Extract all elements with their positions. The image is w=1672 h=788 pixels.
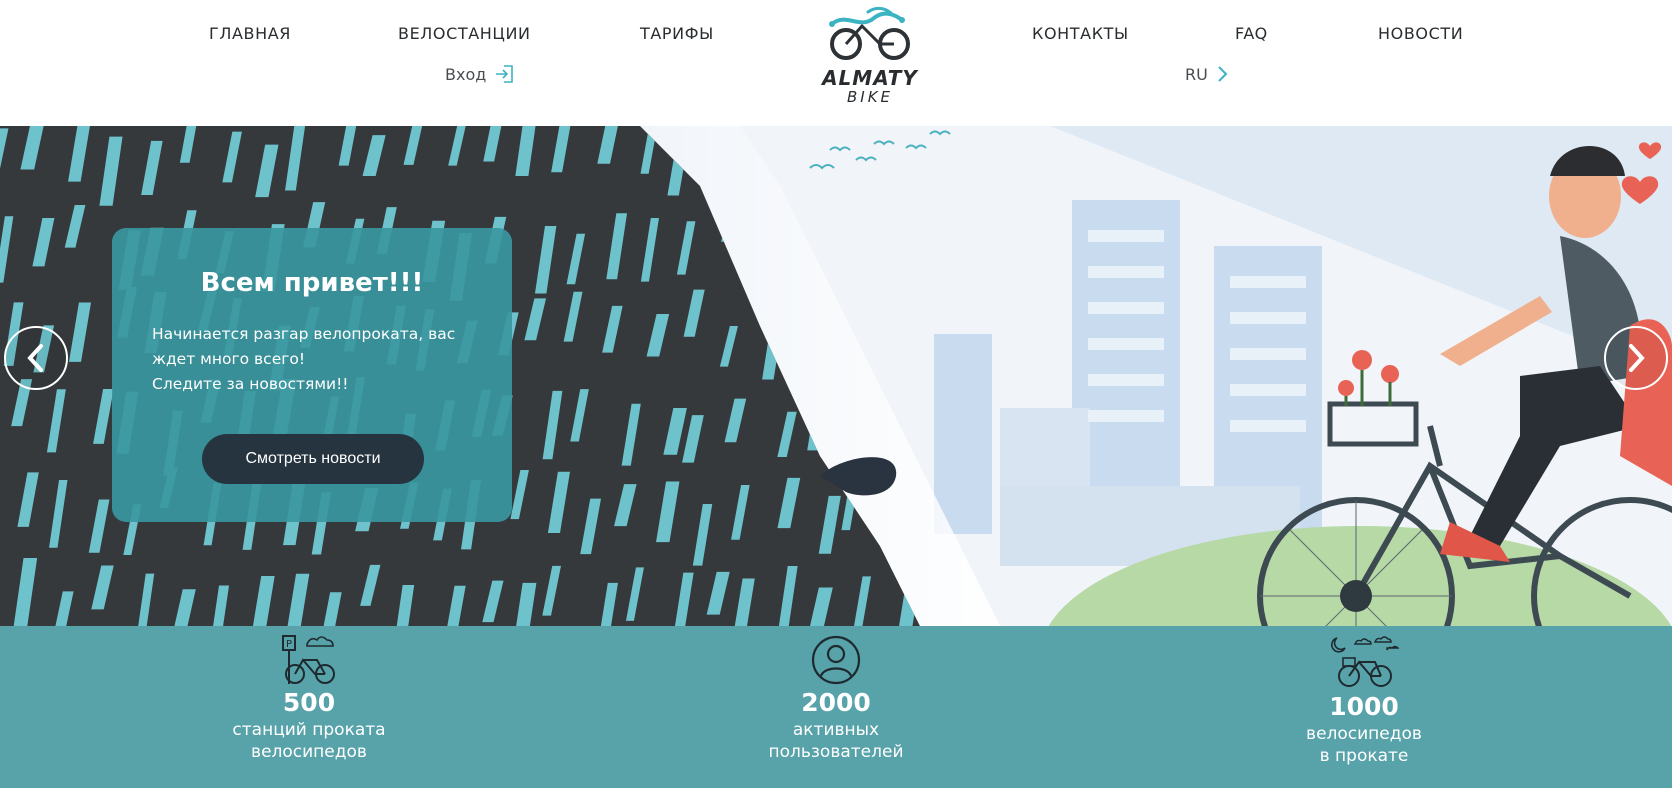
hero-slider: Всем привет!!! Начинается разгар велопро…	[0, 126, 1672, 626]
stat-label: активных	[792, 720, 880, 740]
login-label: Вход	[445, 64, 487, 84]
nav-faq[interactable]: FAQ	[1235, 24, 1268, 43]
bicycle-logo-icon	[829, 6, 910, 60]
slider-prev-button[interactable]	[4, 326, 68, 390]
language-label: RU	[1185, 64, 1208, 84]
login-icon	[496, 65, 514, 83]
stat-label: велосипедов	[1306, 724, 1422, 744]
stat-stations: P 500 станций проката велосипедов	[159, 634, 459, 763]
promo-text-line: Начинается разгар велопроката, вас	[152, 325, 456, 343]
nav-tariffs[interactable]: ТАРИФЫ	[640, 24, 714, 43]
stat-bikes: 1000 велосипедов в прокате	[1214, 634, 1514, 767]
stat-value: 500	[282, 688, 336, 717]
promo-text-line: Следите за новостями!!	[152, 375, 349, 393]
promo-text-line: ждет много всего!	[152, 350, 306, 368]
chevron-right-icon	[1629, 344, 1645, 372]
nav-contacts[interactable]: КОНТАКТЫ	[1032, 24, 1129, 43]
language-switch[interactable]: RU	[1185, 64, 1228, 84]
nav-home[interactable]: ГЛАВНАЯ	[209, 24, 291, 43]
chevron-right-icon	[1218, 66, 1228, 82]
slider-next-button[interactable]	[1604, 326, 1668, 390]
stat-label: велосипедов	[251, 742, 367, 762]
nav-news[interactable]: НОВОСТИ	[1378, 24, 1463, 43]
stat-value: 2000	[801, 688, 871, 717]
svg-text:P: P	[286, 639, 292, 650]
stat-users: 2000 активных пользователей	[686, 634, 986, 763]
site-header: ГЛАВНАЯ ВЕЛОСТАНЦИИ ТАРИФЫ ALMATY BIKE К…	[0, 0, 1672, 126]
nav-stations[interactable]: ВЕЛОСТАНЦИИ	[398, 24, 531, 43]
view-news-button[interactable]: Смотреть новости	[202, 434, 424, 484]
site-logo[interactable]: ALMATY BIKE	[802, 4, 938, 108]
chevron-left-icon	[27, 344, 43, 372]
stat-label: в прокате	[1319, 746, 1409, 766]
promo-card: Всем привет!!! Начинается разгар велопро…	[112, 228, 512, 522]
promo-text: Начинается разгар велопроката, вас ждет …	[152, 322, 474, 397]
login-link[interactable]: Вход	[445, 64, 514, 84]
stats-bar: P 500 станций проката велосипедов 2000 а…	[0, 626, 1672, 788]
user-icon	[811, 635, 861, 685]
stat-value: 1000	[1329, 692, 1399, 721]
stat-label: пользователей	[768, 742, 904, 762]
promo-title: Всем привет!!!	[200, 268, 424, 298]
logo-subname: BIKE	[846, 88, 894, 106]
bicycle-weather-icon	[1331, 636, 1399, 687]
stat-label: станций проката	[232, 720, 386, 740]
bike-station-icon: P	[282, 635, 335, 684]
logo-name: ALMATY	[822, 66, 918, 90]
